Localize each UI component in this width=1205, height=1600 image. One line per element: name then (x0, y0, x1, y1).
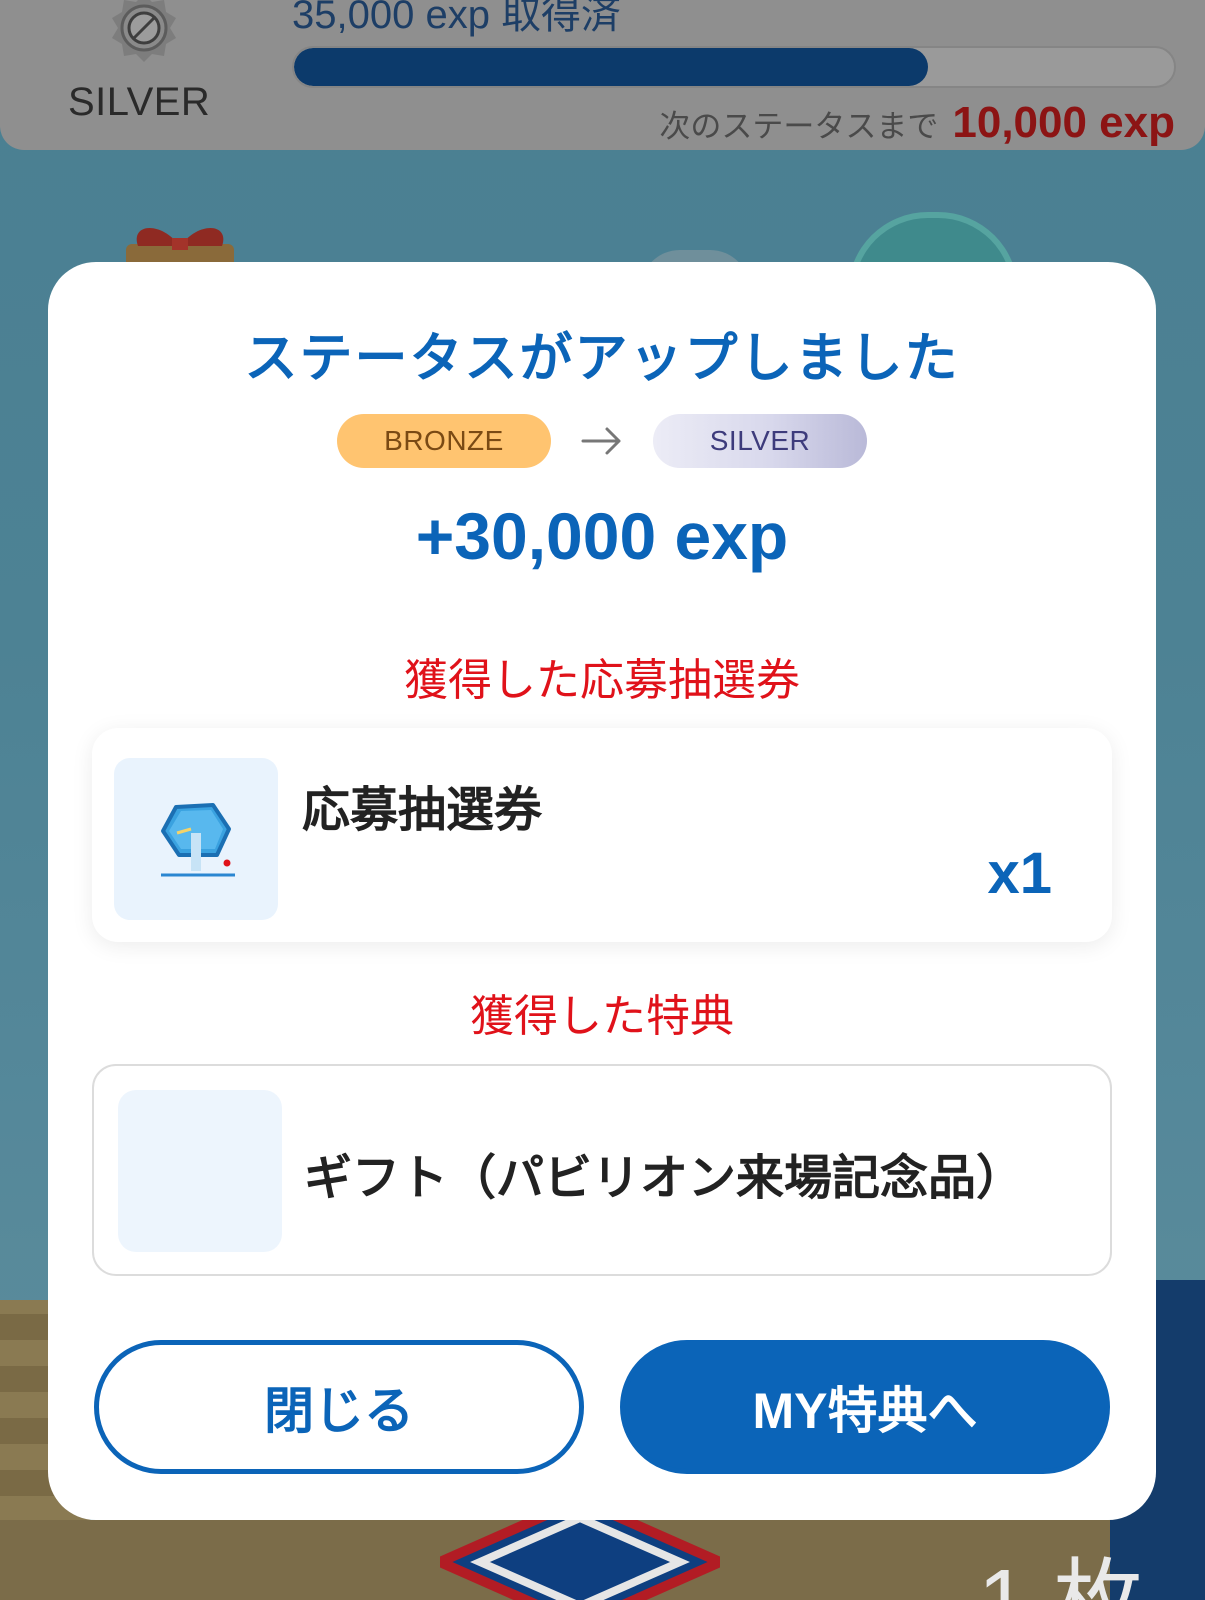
ticket-quantity: x1 (987, 841, 1052, 906)
exp-acquired-text: 35,000 exp 取得済 (292, 0, 622, 37)
tickets-heading: 獲得した応募抽選券 (404, 655, 800, 706)
modal-title: ステータスがアップしました (244, 328, 960, 389)
exp-progress-bar (292, 46, 1176, 88)
next-status-value: 10,000 exp (952, 98, 1175, 147)
benefit-name: ギフト（パビリオン来場記念品） (304, 1150, 1025, 1206)
lottery-machine-icon (161, 803, 235, 877)
benefit-thumbnail (118, 1090, 282, 1252)
arrow-right-icon (581, 427, 621, 455)
status-up-modal: ステータスがアップしました BRONZE SILVER +30,000 exp … (48, 262, 1156, 1520)
benefit-card[interactable]: ギフト（パビリオン来場記念品） (92, 1064, 1112, 1276)
exp-gain-text: +30,000 exp (415, 499, 789, 573)
silver-medal-icon (112, 0, 176, 62)
next-status-info: 次のステータスまで 10,000 exp (659, 98, 1175, 148)
ticket-thumbnail (114, 758, 278, 920)
current-rank-label: SILVER (68, 80, 211, 124)
to-rank-badge: SILVER (653, 414, 867, 468)
background-ticket-count: 1 枚 (978, 1528, 1143, 1600)
from-rank-badge: BRONZE (337, 414, 551, 468)
rank-change-row: BRONZE SILVER (48, 414, 1156, 468)
ticket-name: 応募抽選券 (302, 782, 543, 838)
ticket-card: 応募抽選券 x1 (92, 728, 1112, 942)
close-button[interactable]: 閉じる (94, 1340, 584, 1474)
benefits-heading: 獲得した特典 (470, 991, 734, 1042)
status-header: SILVER 35,000 exp 取得済 次のステータスまで 10,000 e… (0, 0, 1205, 150)
my-benefits-button[interactable]: MY特典へ (620, 1340, 1110, 1474)
background-sign (440, 1510, 720, 1600)
next-status-label: 次のステータスまで (659, 109, 939, 145)
exp-progress-fill (294, 48, 928, 86)
